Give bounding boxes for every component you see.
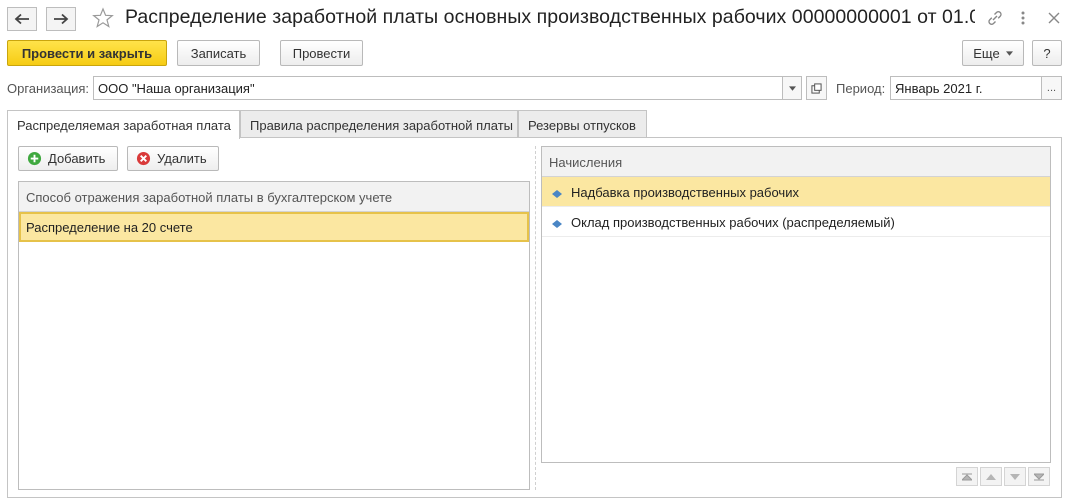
scroll-last-button[interactable]	[1028, 467, 1050, 486]
chevron-down-icon	[1005, 50, 1013, 56]
org-label: Организация:	[7, 81, 90, 96]
delete-button[interactable]: Удалить	[127, 146, 219, 171]
post-button[interactable]: Провести	[280, 40, 363, 66]
link-icon[interactable]	[985, 9, 1005, 27]
scroll-up-button[interactable]	[980, 467, 1002, 486]
star-icon[interactable]	[92, 7, 114, 29]
row-marker-icon	[552, 189, 562, 198]
scroll-down-button[interactable]	[1004, 467, 1026, 486]
delete-icon	[136, 151, 151, 166]
forward-arrow-icon	[54, 13, 69, 25]
delete-label: Удалить	[157, 151, 207, 166]
accruals-table: Начисления Надбавка производственных раб…	[541, 146, 1051, 463]
save-button[interactable]: Записать	[177, 40, 260, 66]
back-arrow-icon	[14, 13, 29, 25]
column-header: Способ отражения заработной платы в бухг…	[19, 182, 529, 212]
add-label: Добавить	[48, 151, 106, 166]
table-row[interactable]: Оклад производственных рабочих (распреде…	[542, 207, 1050, 237]
scroll-bottom-icon	[1034, 473, 1044, 480]
accounting-methods-table: Способ отражения заработной платы в бухг…	[18, 181, 530, 490]
panel-splitter[interactable]	[535, 146, 536, 490]
column-header: Начисления	[542, 147, 1050, 177]
tab-distributed-salary[interactable]: Распределяемая заработная плата	[7, 110, 240, 139]
help-button[interactable]: ?	[1032, 40, 1062, 66]
post-and-close-button[interactable]: Провести и закрыть	[7, 40, 167, 66]
open-icon	[811, 82, 822, 94]
scroll-top-icon	[962, 473, 972, 480]
tab-vacation-reserves[interactable]: Резервы отпусков	[518, 110, 647, 138]
table-row[interactable]: Надбавка производственных рабочих	[542, 177, 1050, 207]
org-open-button[interactable]	[806, 76, 827, 100]
close-icon[interactable]	[1044, 9, 1064, 27]
forward-button[interactable]	[46, 7, 76, 31]
more-button[interactable]: Еще	[962, 40, 1024, 66]
tab-distribution-rules[interactable]: Правила распределения заработной платы	[240, 110, 518, 138]
org-field[interactable]: ООО "Наша организация"	[93, 76, 783, 100]
back-button[interactable]	[7, 7, 37, 31]
more-label: Еще	[973, 45, 1000, 61]
window-title: Распределение заработной платы основных …	[125, 6, 975, 28]
row-marker-icon	[552, 219, 562, 228]
row-label: Оклад производственных рабочих (распреде…	[571, 215, 895, 230]
scroll-up-icon	[986, 473, 996, 480]
period-label: Период:	[836, 81, 886, 96]
add-icon	[27, 151, 42, 166]
row-label: Надбавка производственных рабочих	[571, 185, 799, 200]
org-dropdown-button[interactable]	[782, 76, 802, 100]
chevron-down-icon	[788, 85, 796, 91]
menu-dots-icon[interactable]	[1013, 9, 1033, 27]
add-button[interactable]: Добавить	[18, 146, 118, 171]
table-row[interactable]: Распределение на 20 счете	[19, 212, 529, 242]
period-select-button[interactable]: ...	[1041, 76, 1062, 100]
scroll-first-button[interactable]	[956, 467, 978, 486]
scroll-down-icon	[1010, 473, 1020, 480]
period-field[interactable]: Январь 2021 г.	[890, 76, 1042, 100]
